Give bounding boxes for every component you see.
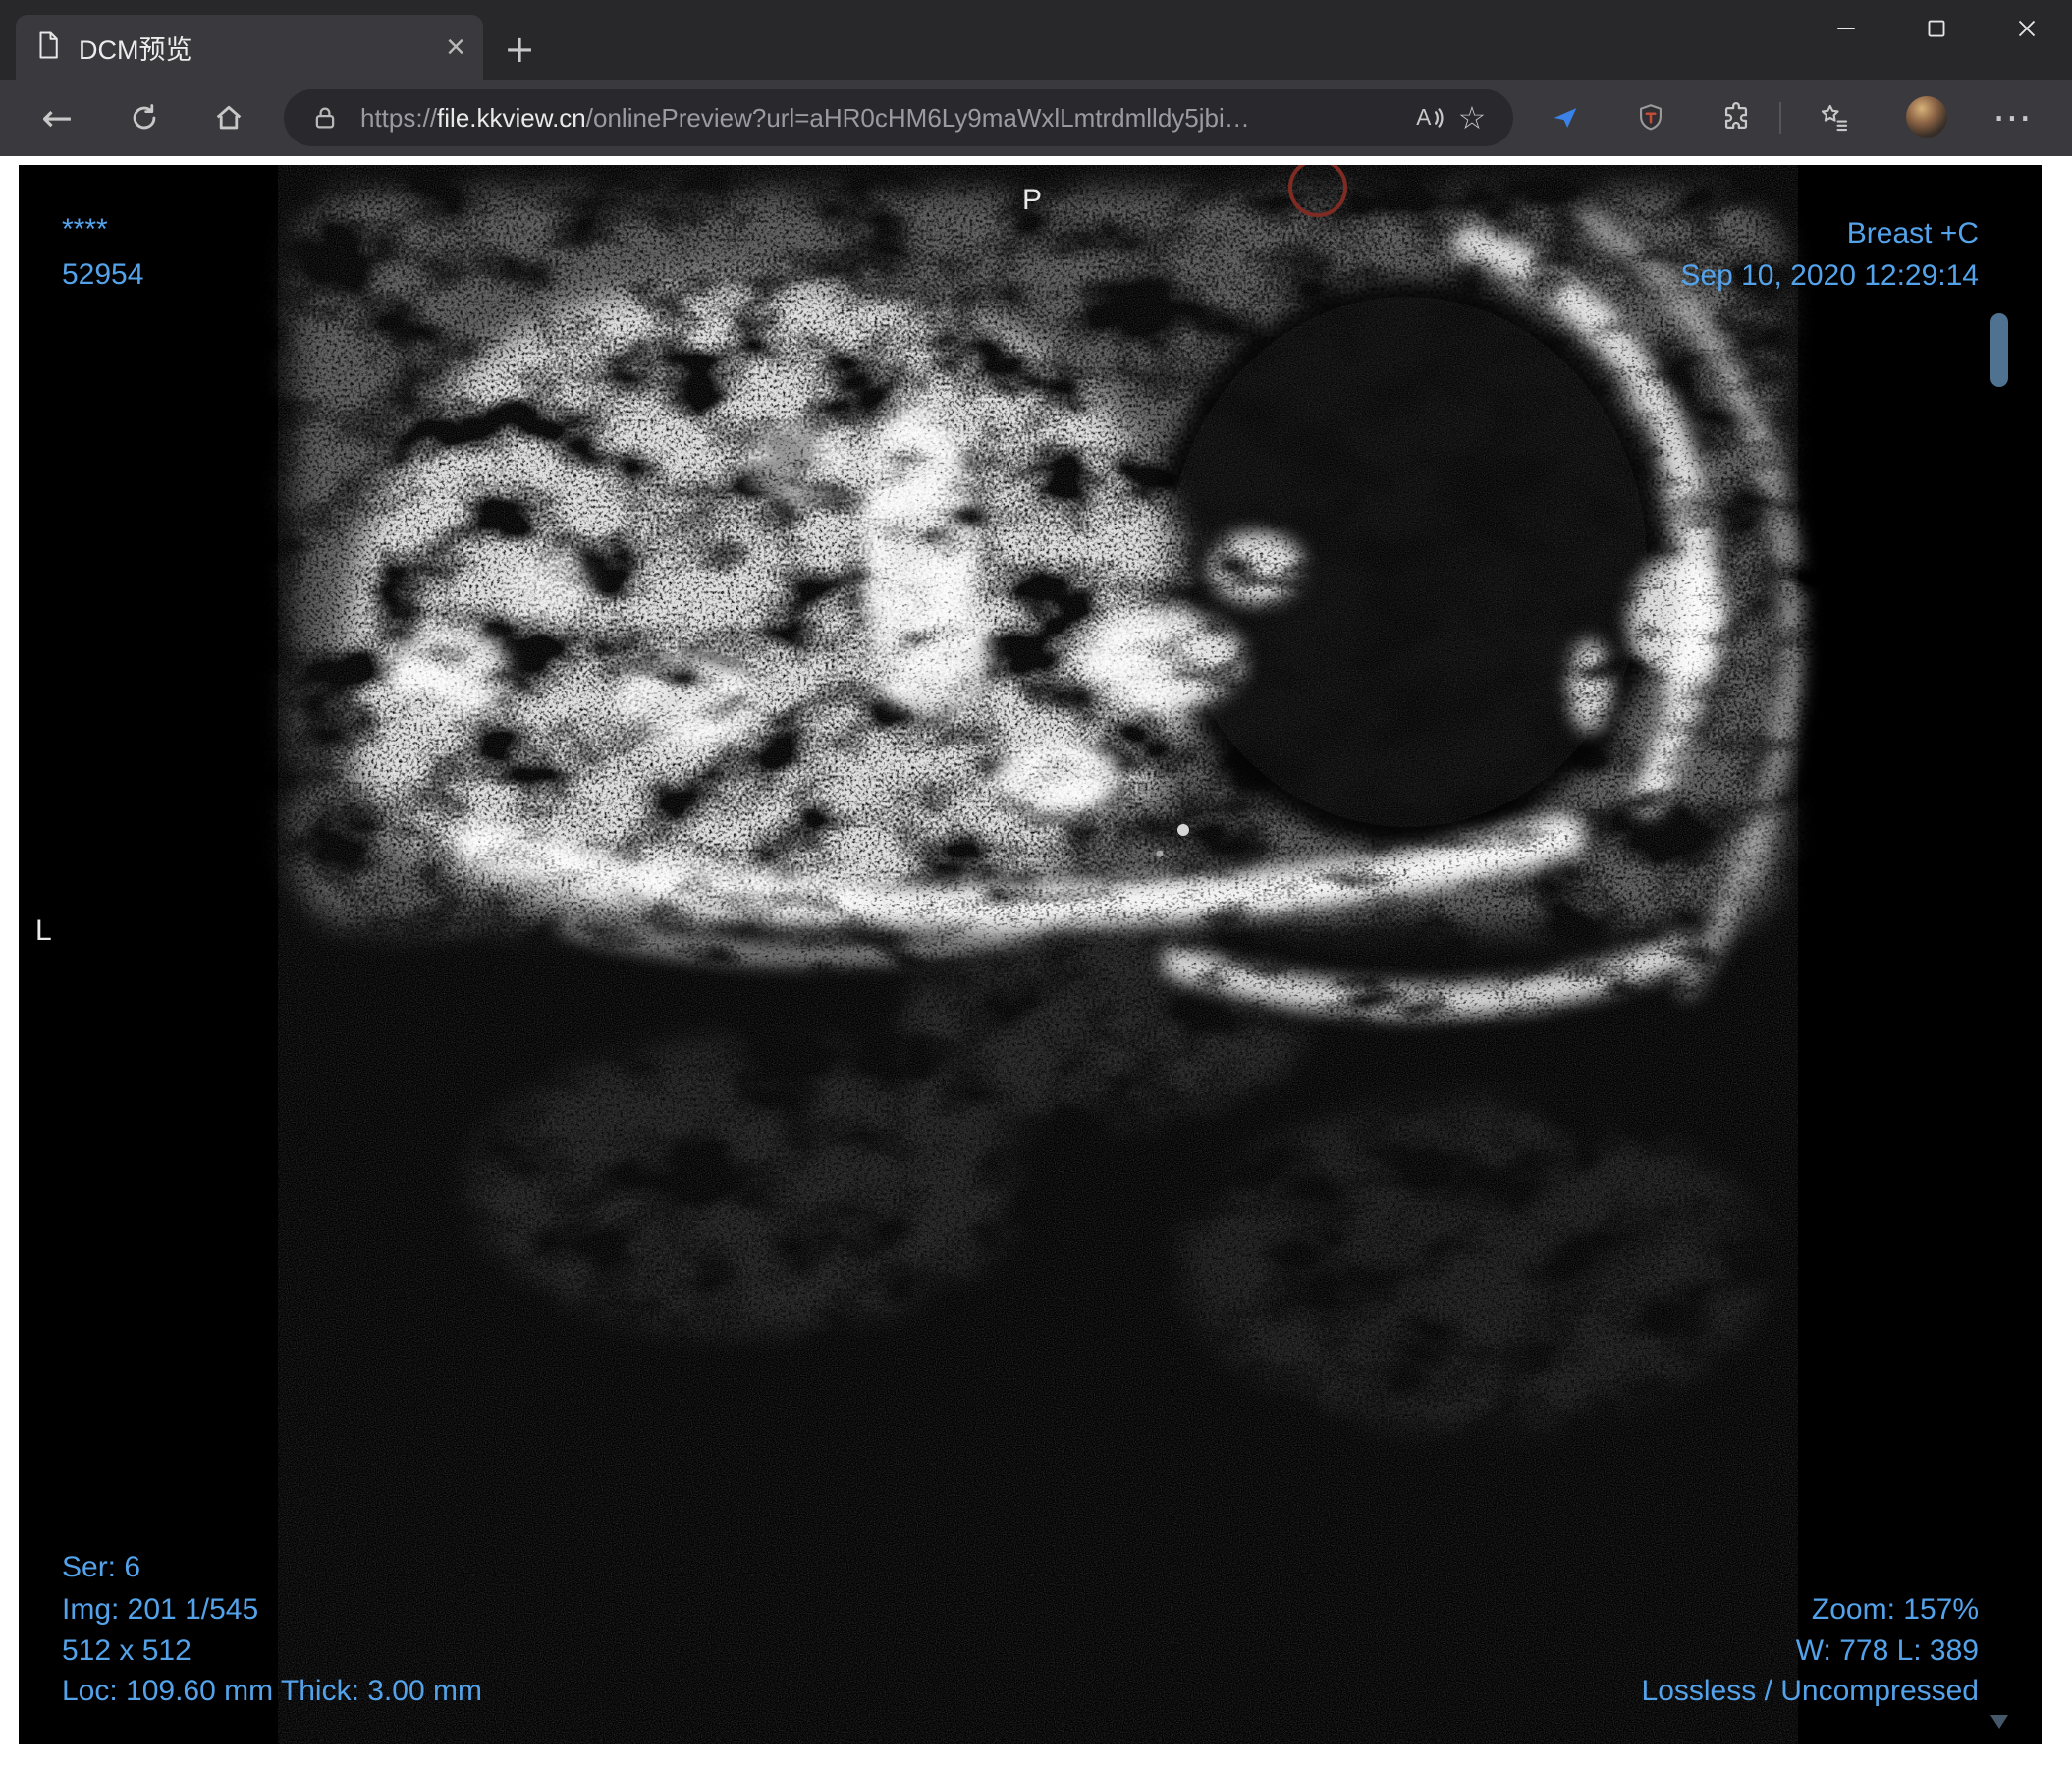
series-number: Ser: 6 bbox=[62, 1551, 141, 1583]
page-favicon-icon bbox=[33, 30, 63, 65]
browser-toolbar: ← https://file.kkview.cn/onlinePreview?u… bbox=[0, 80, 2072, 156]
zoom-level: Zoom: 157% bbox=[1811, 1593, 1979, 1626]
image-index: Img: 201 1/545 bbox=[62, 1593, 259, 1626]
dicom-viewer[interactable]: **** 52954 P L Breast +C Sep 10, 2020 12… bbox=[19, 165, 2042, 1744]
scrollbar-thumb[interactable] bbox=[1990, 313, 2008, 387]
window-level: W: 778 L: 389 bbox=[1795, 1634, 1979, 1667]
toolbar-separator bbox=[1779, 102, 1781, 134]
favorite-star-icon[interactable]: ☆ bbox=[1450, 96, 1494, 139]
study-description: Breast +C bbox=[1846, 217, 1979, 249]
address-bar[interactable]: https://file.kkview.cn/onlinePreview?url… bbox=[284, 89, 1513, 146]
image-matrix: 512 x 512 bbox=[62, 1634, 191, 1667]
mri-scan-image bbox=[19, 165, 2042, 1744]
url-domain: file.kkview.cn bbox=[437, 102, 586, 133]
scrollbar-down-arrow-icon[interactable] bbox=[1990, 1715, 2008, 1729]
svg-text:A: A bbox=[1416, 104, 1432, 130]
minimize-button[interactable] bbox=[1801, 0, 1891, 57]
window-controls bbox=[1801, 0, 2072, 57]
slice-location: Loc: 109.60 mm Thick: 3.00 mm bbox=[62, 1675, 482, 1707]
window-close-button[interactable] bbox=[1982, 0, 2072, 57]
orientation-marker-left: L bbox=[35, 914, 52, 947]
back-button[interactable]: ← bbox=[34, 95, 80, 140]
tab-strip: DCM预览 × + bbox=[0, 0, 2072, 80]
profile-avatar[interactable] bbox=[1906, 96, 1947, 138]
favorites-hub-icon[interactable] bbox=[1812, 95, 1857, 140]
tab-title: DCM预览 bbox=[79, 34, 192, 65]
orientation-marker-posterior: P bbox=[1021, 184, 1042, 216]
patient-number: 52954 bbox=[62, 258, 144, 291]
page-content: **** 52954 P L Breast +C Sep 10, 2020 12… bbox=[0, 156, 2072, 1768]
patient-id-masked: **** bbox=[62, 213, 108, 246]
site-lock-icon[interactable] bbox=[303, 96, 347, 139]
maximize-button[interactable] bbox=[1891, 0, 1982, 57]
url-scheme: https:// bbox=[360, 102, 438, 133]
url-text[interactable]: https://file.kkview.cn/onlinePreview?url… bbox=[360, 103, 1407, 134]
extensions-puzzle-icon[interactable] bbox=[1714, 95, 1759, 140]
home-button[interactable] bbox=[206, 95, 251, 140]
url-path: /onlinePreview?url=aHR0cHM6Ly9maWxlLmtrd… bbox=[585, 102, 1250, 133]
new-tab-button[interactable]: + bbox=[498, 28, 541, 71]
compression-info: Lossless / Uncompressed bbox=[1641, 1675, 1979, 1707]
study-datetime: Sep 10, 2020 12:29:14 bbox=[1680, 259, 1979, 292]
read-aloud-icon[interactable]: A bbox=[1407, 96, 1450, 139]
more-menu-icon[interactable]: ⋯ bbox=[1990, 95, 2035, 140]
refresh-button[interactable] bbox=[122, 95, 167, 140]
browser-tab[interactable]: DCM预览 × bbox=[16, 15, 483, 80]
shield-extension-icon[interactable] bbox=[1628, 95, 1673, 140]
browser-window: DCM预览 × + ← https://file.kkview.cn/onlin… bbox=[0, 0, 2072, 1768]
tab-close-button[interactable]: × bbox=[446, 30, 465, 64]
extension-blue-icon[interactable] bbox=[1543, 95, 1588, 140]
